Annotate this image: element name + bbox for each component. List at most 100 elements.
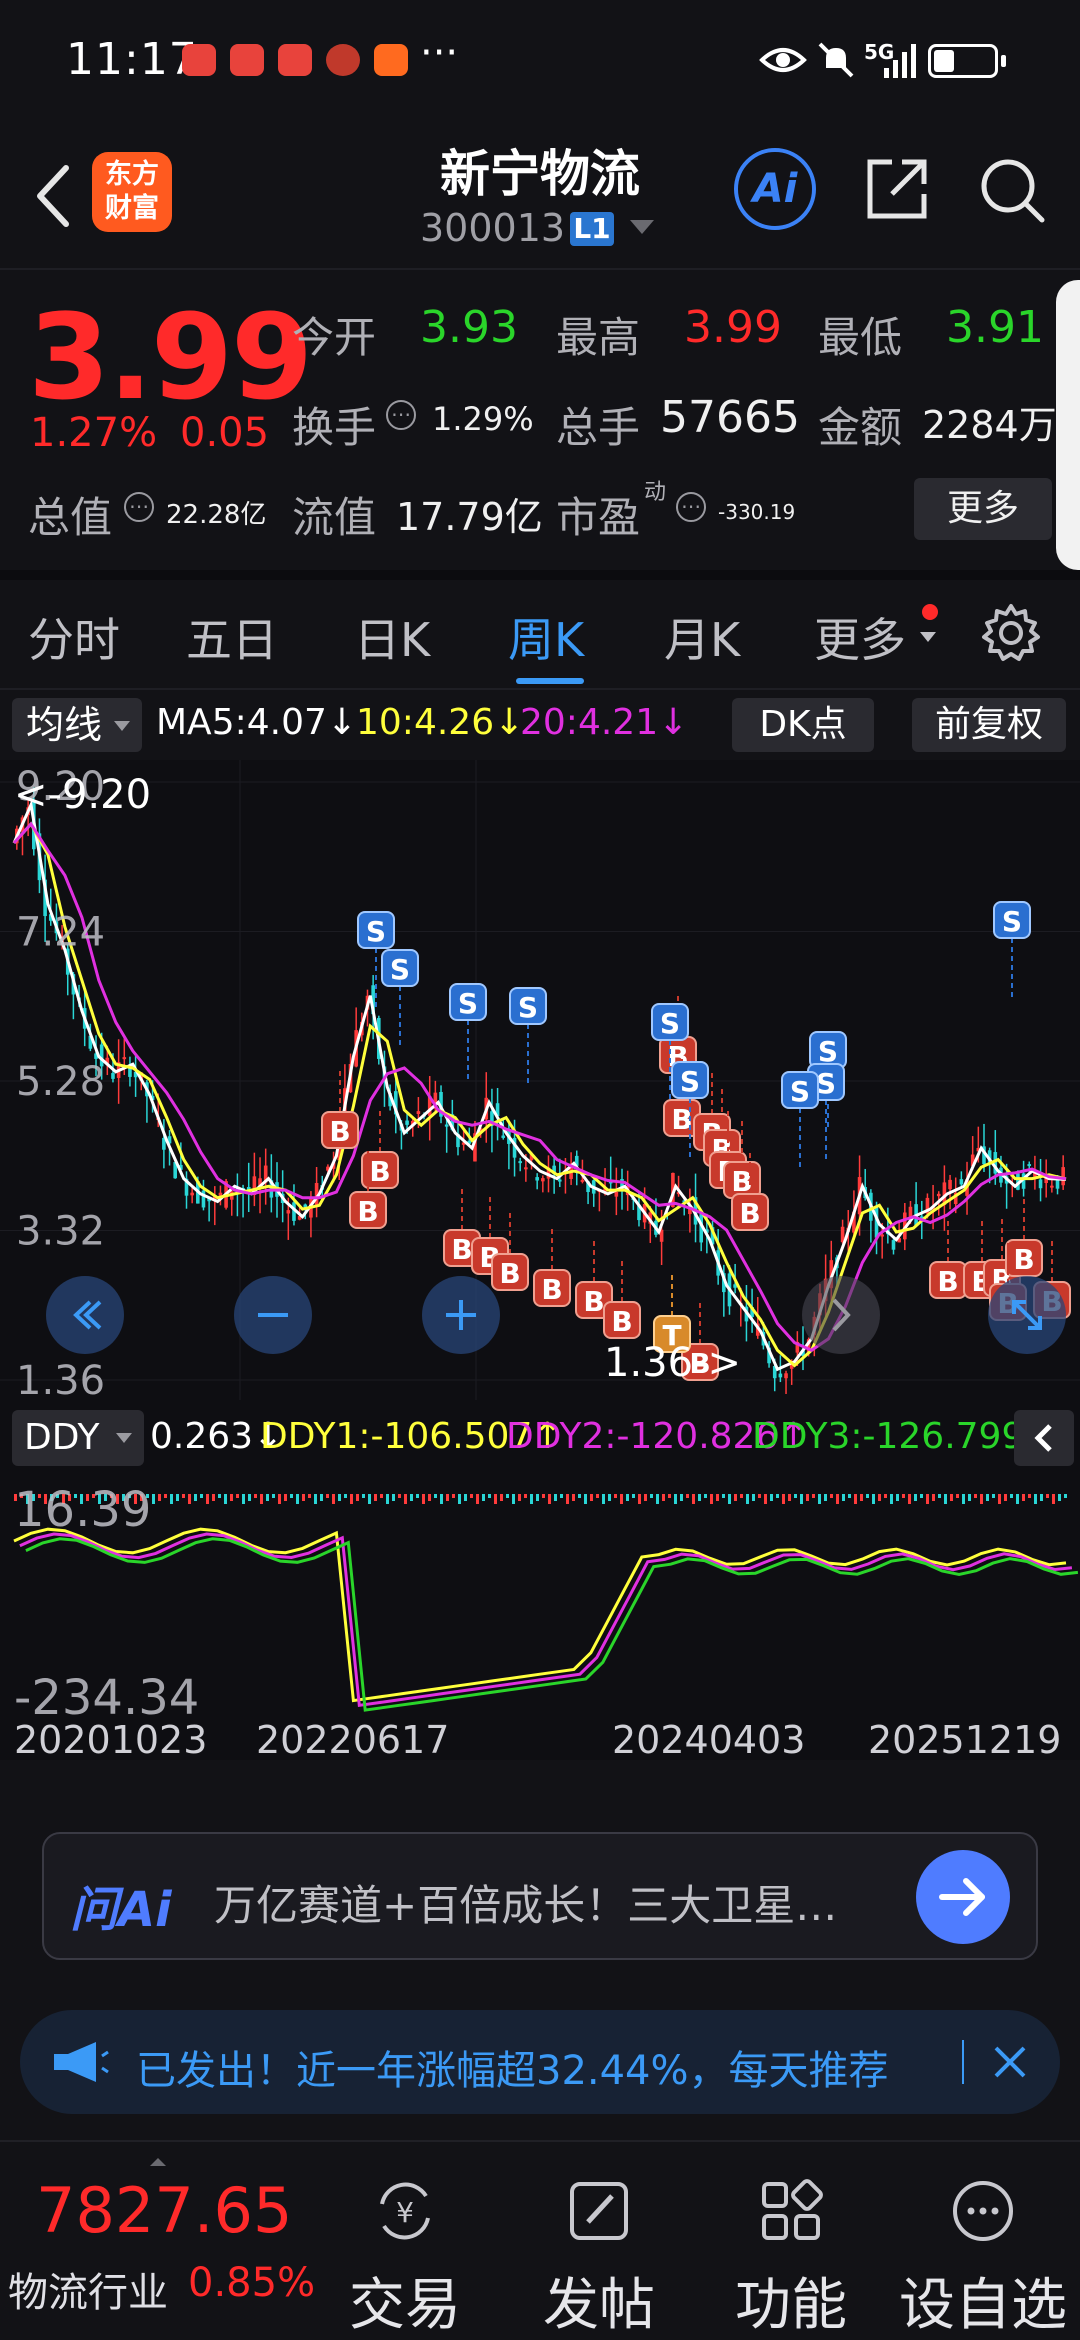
ddy-bar: [842, 1494, 845, 1501]
ddy-bar: [632, 1494, 635, 1498]
scroll-right-button[interactable]: [802, 1276, 880, 1354]
nav-post[interactable]: 发帖: [514, 2156, 684, 2338]
info-icon[interactable]: ⋯: [124, 492, 154, 522]
ddy-bar: [620, 1494, 623, 1504]
amount-label: 金额: [818, 403, 903, 452]
ddy-chart[interactable]: 16.39 -234.34: [0, 1482, 1080, 1718]
back-icon[interactable]: [24, 156, 84, 236]
max-price-annotation: <-9.20: [14, 772, 151, 818]
grid-icon: [762, 2179, 823, 2240]
ddy-bar: [362, 1494, 365, 1498]
ddy-y-tick: -234.34: [14, 1670, 199, 1718]
candlestick-chart[interactable]: BBBBBBBBBBBBBBBBBBBBBBBSSSSSSSSSST 9.207…: [0, 760, 1080, 1400]
change-percent: 1.27%: [30, 410, 158, 456]
ddy-bar: [800, 1494, 803, 1504]
zoom-in-button[interactable]: [422, 1276, 500, 1354]
price-adjust-button[interactable]: 前复权: [912, 698, 1066, 752]
ddy-bar: [650, 1494, 653, 1498]
ddy-bar: [260, 1494, 263, 1504]
ddy-bar: [482, 1494, 485, 1501]
ddy-bar: [1058, 1494, 1061, 1501]
ddy-bar: [290, 1494, 293, 1498]
ma5-value: MA5:4.07↓: [156, 702, 358, 743]
chevron-up-icon[interactable]: [150, 2158, 166, 2166]
ddy-bar: [746, 1494, 749, 1504]
buy-signal-label: B: [357, 1195, 378, 1228]
ma-select[interactable]: 均线: [12, 698, 142, 752]
ddy-bar: [152, 1494, 155, 1504]
candle-body: [518, 1161, 523, 1164]
y-tick-label: 5.28: [16, 1059, 105, 1105]
info-icon[interactable]: ⋯: [386, 400, 416, 430]
gear-icon[interactable]: [980, 602, 1042, 664]
ddy-bar: [956, 1494, 959, 1498]
notice-banner[interactable]: 已发出！近一年涨幅超32.44%，每天推荐: [20, 2010, 1060, 2114]
chevron-down-icon[interactable]: [630, 220, 654, 234]
tab-daily-k[interactable]: 日K: [354, 604, 430, 670]
more-quote-button[interactable]: 更多: [914, 478, 1052, 540]
search-icon[interactable]: [976, 154, 1048, 226]
kline-chart[interactable]: BBBBBBBBBBBBBBBBBBBBBBBSSSSSSSSSST 9.207…: [0, 760, 1080, 1762]
industry-index-value[interactable]: 7827.65: [36, 2174, 292, 2247]
float-label: 流值: [292, 493, 377, 542]
bottom-nav: 7827.65 物流行业 0.85% ¥ 交易 发帖 功能 设自选: [0, 2140, 1080, 2340]
industry-name[interactable]: 物流行业: [8, 2260, 168, 2318]
ddy-bar: [314, 1494, 317, 1504]
share-icon[interactable]: [862, 154, 932, 224]
nav-add-watchlist[interactable]: 设自选: [898, 2156, 1068, 2338]
close-icon[interactable]: [986, 2038, 1034, 2086]
level-badge[interactable]: L1: [570, 212, 614, 246]
status-right: 5G: [758, 40, 1018, 84]
ai-button[interactable]: Ai: [734, 148, 816, 230]
ddy-bar: [854, 1494, 857, 1504]
candle-body: [501, 1135, 506, 1138]
notification-app-icon: [230, 44, 264, 76]
ddy-bar: [212, 1494, 215, 1501]
turnover-value: 1.29%: [432, 400, 534, 438]
ddy-bar: [1016, 1494, 1019, 1504]
ddy-bar: [188, 1494, 191, 1504]
tab-intraday[interactable]: 分时: [28, 604, 120, 670]
nav-functions[interactable]: 功能: [706, 2156, 876, 2338]
zoom-out-button[interactable]: [234, 1276, 312, 1354]
ddy-bar: [908, 1494, 911, 1504]
yuan-exchange-icon: ¥: [380, 2182, 430, 2240]
ddy-bar: [560, 1494, 563, 1498]
ddy-bar: [440, 1494, 443, 1504]
date-tick-label: 20201023: [14, 1718, 208, 1762]
ddy-bar: [686, 1494, 689, 1498]
ai-send-button[interactable]: [916, 1850, 1010, 1944]
tab-monthly-k[interactable]: 月K: [664, 604, 740, 670]
ddy-bar: [248, 1494, 251, 1501]
ai-ask-bar[interactable]: 问Ai 万亿赛道+百倍成长！三大卫星…: [42, 1832, 1038, 1960]
brand-logo[interactable]: 东方 财富: [92, 152, 172, 232]
tab-weekly-k[interactable]: 周K: [508, 604, 584, 670]
megaphone-icon: [54, 2042, 109, 2082]
side-drawer-handle[interactable]: [1056, 280, 1080, 570]
notification-app-icon: [182, 44, 216, 76]
candle-body: [524, 1167, 528, 1170]
tab-five-day[interactable]: 五日: [186, 604, 278, 670]
ddy-bar: [770, 1494, 773, 1501]
ddy-bar: [1040, 1494, 1043, 1501]
ddy-bar: [230, 1494, 233, 1501]
change-amount: 0.05: [180, 410, 270, 456]
ddy-select[interactable]: DDY: [12, 1410, 144, 1466]
open-label: 今开: [292, 313, 377, 362]
scroll-left-button[interactable]: [46, 1276, 124, 1354]
fullscreen-button[interactable]: [988, 1276, 1066, 1354]
date-tick-label: 20240403: [612, 1718, 806, 1762]
pe-value: -330.19: [718, 500, 796, 524]
ddy3-value: DDY3:-126.799↑: [752, 1416, 1055, 1457]
dk-point-button[interactable]: DK点: [732, 698, 874, 752]
ddy-bar: [716, 1494, 719, 1501]
sell-signal-label: S: [790, 1075, 810, 1108]
ddy-bar: [500, 1494, 503, 1501]
tab-more[interactable]: 更多: [814, 604, 906, 670]
ddy-bar: [656, 1494, 659, 1504]
collapse-indicator-button[interactable]: [1014, 1410, 1074, 1466]
nav-trade[interactable]: ¥ 交易: [320, 2156, 490, 2338]
ddy-bar: [1052, 1494, 1055, 1504]
info-icon[interactable]: ⋯: [676, 492, 706, 522]
ddy-bar: [272, 1494, 275, 1498]
